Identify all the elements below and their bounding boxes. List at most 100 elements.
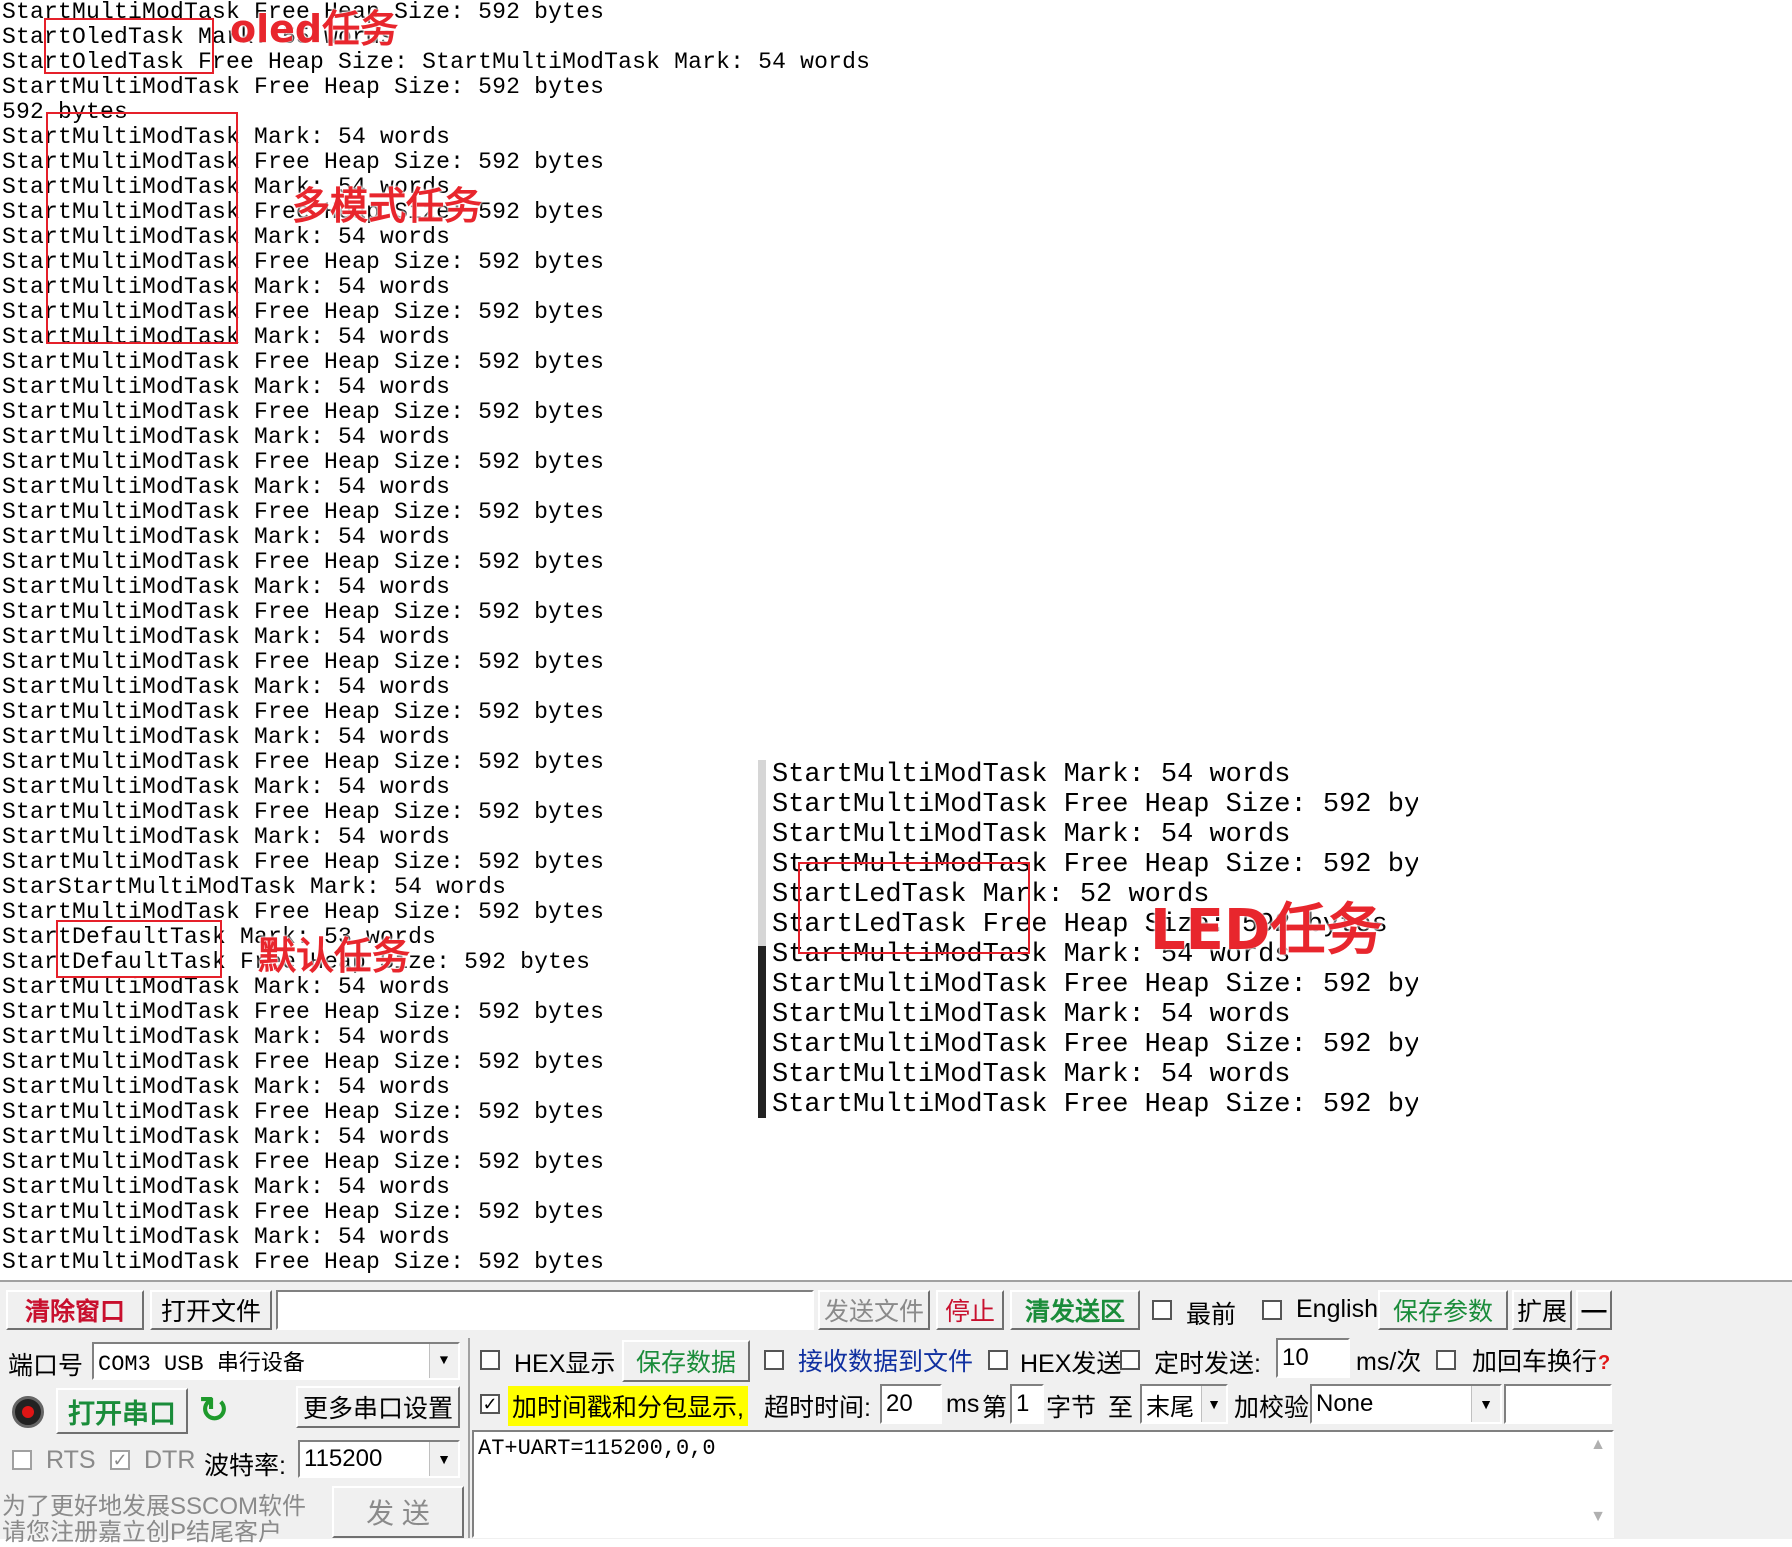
byte-prefix-label: 第 — [982, 1394, 1008, 1422]
timed-send-label: 定时发送: — [1154, 1350, 1261, 1378]
multimod-task-highlight-box — [46, 112, 238, 344]
checksum-value: None — [1316, 1390, 1374, 1417]
chevron-down-icon[interactable]: ▼ — [429, 1442, 458, 1476]
send-button[interactable]: 发 送 — [332, 1486, 464, 1538]
save-data-button[interactable]: 保存数据 — [622, 1340, 750, 1382]
log-line: StartMultiModTask Free Heap Size: 592 by… — [2, 699, 605, 725]
led-task-highlight-box — [798, 862, 1030, 954]
byte-index-input[interactable]: 1 — [1010, 1384, 1044, 1424]
serial-tool-panel: 清除窗口 打开文件 发送文件 停止 清发送区 最前 English 保存参数 扩… — [0, 1280, 1792, 1546]
open-file-button[interactable]: 打开文件 — [150, 1290, 272, 1330]
port-select-value: COM3 USB 串行设备 — [98, 1352, 305, 1377]
byte-suffix-label: 字节 — [1046, 1394, 1097, 1422]
panel-divider — [468, 1338, 470, 1538]
log-line: StartMultiModTask Free Heap Size: 592 by… — [2, 1199, 605, 1225]
to-label: 至 — [1108, 1394, 1134, 1422]
oled-task-highlight-box — [44, 18, 214, 74]
inset-scroll-edge — [758, 760, 766, 1118]
log-line: StartMultiModTask Mark: 54 words — [2, 1124, 451, 1150]
inset-log-line: StartMultiModTask Free Heap Size: 592 by… — [772, 970, 1418, 1000]
log-line: StartMultiModTask Free Heap Size: 592 by… — [2, 349, 605, 375]
port-status-indicator-icon — [12, 1396, 44, 1428]
log-line: StartMultiModTask Free Heap Size: 592 by… — [2, 1249, 605, 1275]
clear-send-area-button[interactable]: 清发送区 — [1010, 1290, 1140, 1330]
log-line: StartMultiModTask Mark: 54 words — [2, 374, 451, 400]
checksum-label: 加校验 — [1234, 1394, 1310, 1422]
open-port-button[interactable]: 打开串口 — [56, 1388, 188, 1434]
dtr-label: DTR — [144, 1446, 196, 1474]
rts-checkbox[interactable] — [12, 1450, 32, 1470]
log-line: StartMultiModTask Free Heap Size: 592 by… — [2, 449, 605, 475]
timed-interval-input[interactable]: 10 — [1276, 1338, 1350, 1378]
refresh-icon[interactable]: ↻ — [194, 1389, 234, 1430]
stop-button[interactable]: 停止 — [936, 1290, 1004, 1330]
inset-log-line: StartMultiModTask Mark: 54 words — [772, 820, 1291, 850]
hex-display-label: HEX显示 — [514, 1350, 616, 1378]
log-line: StartMultiModTask Mark: 54 words — [2, 1224, 451, 1250]
save-params-button[interactable]: 保存参数 — [1378, 1290, 1508, 1330]
default-task-highlight-box — [56, 920, 222, 978]
chevron-down-icon[interactable]: ▼ — [429, 1344, 458, 1378]
more-port-settings-button[interactable]: 更多串口设置 — [296, 1386, 460, 1428]
log-line: StartMultiModTask Mark: 54 words — [2, 474, 451, 500]
rts-label: RTS — [46, 1446, 96, 1474]
log-line: StartMultiModTask Free Heap Size: 592 by… — [2, 74, 605, 100]
log-line: StartMultiModTask Mark: 54 words — [2, 674, 451, 700]
help-icon[interactable]: ? — [1598, 1352, 1610, 1375]
timeout-label: 超时时间: — [764, 1394, 871, 1422]
receive-to-file-checkbox[interactable] — [764, 1350, 784, 1370]
end-position-value: 末尾 — [1146, 1393, 1194, 1421]
scrollbar-up-icon[interactable]: ▲ — [1586, 1436, 1610, 1460]
chevron-down-icon[interactable]: ▼ — [1471, 1386, 1500, 1422]
timed-unit-label: ms/次 — [1356, 1348, 1422, 1376]
inset-log-line: StartMultiModTask Free Heap Size: 592 by… — [772, 1030, 1418, 1060]
chevron-down-icon[interactable]: ▼ — [1201, 1386, 1226, 1422]
oled-task-annotation: oled任务 — [230, 7, 399, 51]
log-line: StartMultiModTask Mark: 54 words — [2, 1174, 451, 1200]
hex-send-checkbox[interactable] — [988, 1350, 1008, 1370]
log-line: StartMultiModTask Free Heap Size: 592 by… — [2, 599, 605, 625]
log-line: StartMultiModTask Free Heap Size: 592 by… — [2, 499, 605, 525]
inset-log-line: StartMultiModTask Mark: 54 words — [772, 1000, 1291, 1030]
dtr-checkbox[interactable]: ✓ — [110, 1450, 130, 1470]
checksum-select[interactable]: None ▼ — [1310, 1384, 1502, 1424]
add-crlf-checkbox[interactable] — [1436, 1350, 1456, 1370]
promo-line-2: 请您注册嘉立创P结尾客户 — [2, 1519, 283, 1546]
inset-log-line: StartMultiModTask Free Heap Size: 592 by… — [772, 790, 1418, 820]
english-checkbox[interactable] — [1262, 1300, 1282, 1320]
multimod-task-annotation: 多模式任务 — [292, 184, 483, 228]
hex-display-checkbox[interactable] — [480, 1350, 500, 1370]
receive-to-file-label[interactable]: 接收数据到文件 — [798, 1342, 973, 1378]
log-line: StartMultiModTask Mark: 54 words — [2, 524, 451, 550]
log-line: StartMultiModTask Free Heap Size: 592 by… — [2, 549, 605, 575]
expand-button[interactable]: 扩展 — [1512, 1290, 1572, 1330]
topmost-label: 最前 — [1186, 1301, 1237, 1329]
add-crlf-label: 加回车换行 — [1472, 1348, 1598, 1376]
send-text-area[interactable]: AT+UART=115200,0,0 — [472, 1430, 1614, 1538]
clear-window-button[interactable]: 清除窗口 — [6, 1290, 144, 1330]
baud-rate-select[interactable]: 115200 ▼ — [298, 1440, 460, 1478]
port-select[interactable]: COM3 USB 串行设备 ▼ — [92, 1342, 460, 1380]
hex-send-label: HEX发送 — [1020, 1350, 1122, 1378]
english-label: English — [1296, 1295, 1378, 1323]
timestamp-checkbox[interactable]: ✓ — [480, 1394, 500, 1414]
collapse-button[interactable]: — — [1576, 1290, 1612, 1330]
inset-log-line: StartMultiModTask Mark: 54 words — [772, 1060, 1291, 1090]
log-line: StartMultiModTask Free Heap Size: 592 by… — [2, 1149, 605, 1175]
send-file-button[interactable]: 发送文件 — [818, 1290, 930, 1330]
baud-rate-value: 115200 — [304, 1445, 383, 1472]
timed-send-checkbox[interactable] — [1120, 1350, 1140, 1370]
inset-log-line: StartMultiModTask Free Heap Size: 592 by… — [772, 1090, 1418, 1118]
scrollbar-down-icon[interactable]: ▼ — [1586, 1508, 1610, 1532]
topmost-checkbox[interactable] — [1152, 1300, 1172, 1320]
end-position-select[interactable]: 末尾 ▼ — [1140, 1384, 1228, 1424]
led-task-annotation: LED任务 — [1150, 898, 1383, 963]
log-line: StartMultiModTask Free Heap Size: 592 by… — [2, 399, 605, 425]
timeout-input[interactable]: 20 — [880, 1384, 942, 1424]
file-path-field[interactable] — [276, 1290, 814, 1330]
timestamp-label: 加时间戳和分包显示, — [508, 1386, 748, 1426]
log-line: StartMultiModTask Mark: 54 words — [2, 424, 451, 450]
send-text-value: AT+UART=115200,0,0 — [478, 1436, 716, 1461]
default-task-annotation: 默认任务 — [258, 934, 411, 978]
timeout-unit-label: ms — [946, 1390, 980, 1418]
